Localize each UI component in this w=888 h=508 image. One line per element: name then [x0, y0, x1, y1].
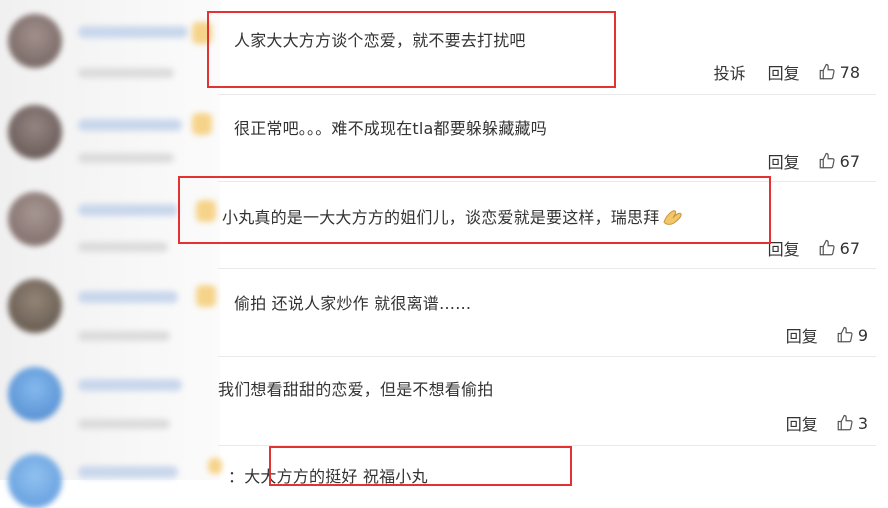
like-count: 78: [839, 62, 860, 82]
like-count: 3: [857, 413, 868, 433]
thumbs-up-icon: [819, 152, 835, 169]
comment-actions: 投诉 回复 78: [692, 60, 860, 84]
user-badge-icon: [208, 458, 222, 474]
username[interactable]: [78, 119, 182, 131]
like-button[interactable]: 67: [818, 239, 860, 258]
reply-button[interactable]: 回复: [786, 411, 818, 435]
user-badge-icon: [192, 113, 212, 135]
like-button[interactable]: 67: [818, 152, 860, 171]
like-count: 9: [857, 325, 868, 345]
username[interactable]: [78, 466, 178, 478]
highlight-box: [207, 11, 616, 88]
like-count: 67: [839, 238, 860, 258]
thumbs-up-icon: [819, 239, 835, 256]
comment-item: 偷拍 还说人家炒作 就很离谱…… 回复 9: [0, 269, 888, 355]
avatar[interactable]: [8, 14, 62, 68]
comment-meta: [78, 419, 170, 429]
highlight-box: [269, 446, 572, 486]
highlight-box: [178, 176, 771, 244]
username[interactable]: [78, 379, 182, 391]
comment-text: 很正常吧。。。难不成现在tla都要躲躲藏藏吗: [234, 119, 547, 138]
comment-item: 很正常吧。。。难不成现在tla都要躲躲藏藏吗 回复 67: [0, 95, 888, 181]
username[interactable]: [78, 26, 188, 38]
avatar[interactable]: [8, 192, 62, 246]
reply-button[interactable]: 回复: [768, 149, 800, 173]
comment-actions: 回复 9: [764, 323, 868, 347]
thumbs-up-icon: [837, 326, 853, 343]
report-button[interactable]: 投诉: [714, 60, 746, 84]
thumbs-up-icon: [819, 63, 835, 80]
comment-meta: [78, 242, 168, 252]
reply-button[interactable]: 回复: [768, 60, 800, 84]
avatar[interactable]: [8, 105, 62, 159]
user-badge-icon: [196, 285, 216, 307]
comment-meta: [78, 153, 174, 163]
comment-actions: 回复 67: [746, 149, 860, 173]
username[interactable]: [78, 204, 178, 216]
avatar[interactable]: [8, 367, 62, 421]
reply-button[interactable]: 回复: [786, 323, 818, 347]
thumbs-up-icon: [837, 414, 853, 431]
reply-button[interactable]: 回复: [768, 236, 800, 260]
like-count: 67: [839, 151, 860, 171]
comment-text: 我们想看甜甜的恋爱，但是不想看偷拍: [218, 380, 494, 399]
avatar[interactable]: [8, 279, 62, 333]
like-button[interactable]: 3: [836, 414, 868, 433]
username[interactable]: [78, 291, 178, 303]
comment-text: 偷拍 还说人家炒作 就很离谱……: [234, 294, 472, 313]
avatar[interactable]: [8, 454, 62, 508]
comment-meta: [78, 331, 170, 341]
comment-meta: [78, 68, 174, 78]
like-button[interactable]: 78: [818, 63, 860, 82]
like-button[interactable]: 9: [836, 326, 868, 345]
comment-item: 我们想看甜甜的恋爱，但是不想看偷拍 回复 3: [0, 357, 888, 445]
comment-actions: 回复 3: [764, 411, 868, 435]
